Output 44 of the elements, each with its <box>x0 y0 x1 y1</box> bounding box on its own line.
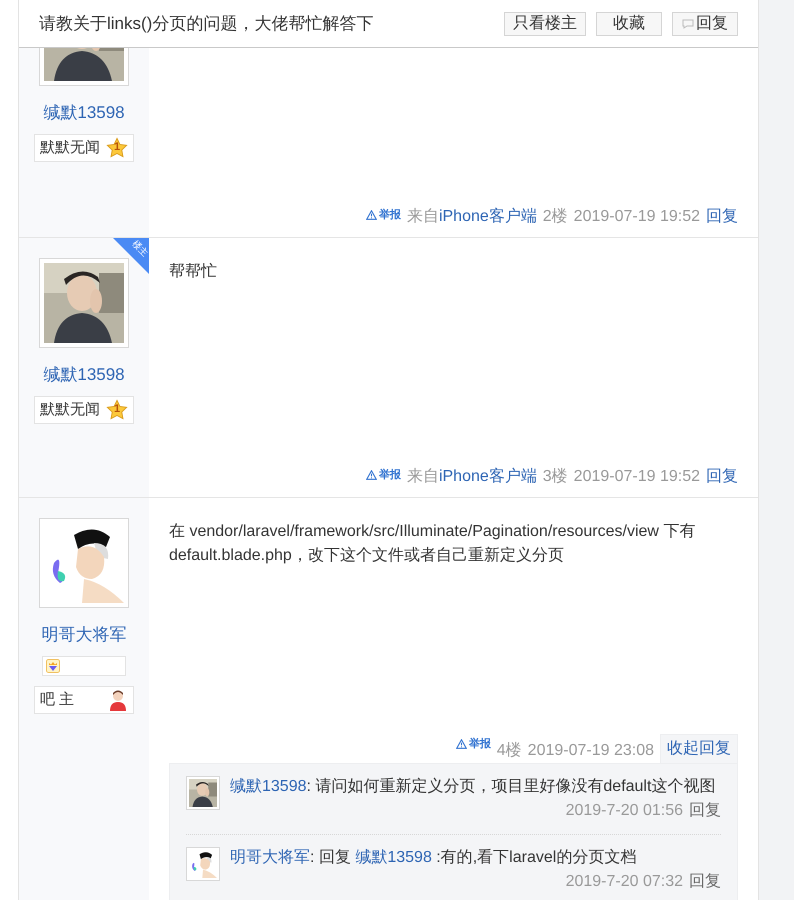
user-link[interactable]: 明哥大将军 <box>230 849 310 866</box>
warning-icon <box>366 470 377 480</box>
post-time: 2019-07-19 23:08 <box>528 741 654 761</box>
source-label: 来自 <box>406 206 439 227</box>
rank-title: 默默无闻 <box>40 138 100 158</box>
level-number: 1 <box>114 142 120 154</box>
comment-time: 2019-7-20 07:32 <box>566 872 683 892</box>
rank-title: 默默无闻 <box>40 400 100 420</box>
rank-title: 吧 主 <box>40 690 74 710</box>
client-link[interactable]: iPhone客户端 <box>438 465 537 489</box>
speech-bubble-icon <box>682 18 694 28</box>
warning-icon <box>456 739 467 750</box>
comment-text: 缄默13598: 请问如何重新定义分页，项目里好像没有default这个视图 <box>230 776 716 797</box>
thread-title: 请教关于links()分页的问题，大佬帮忙解答下 <box>39 12 374 35</box>
floor-number: 3楼 <box>542 466 568 487</box>
comment-time: 2019-7-20 01:56 <box>566 801 683 821</box>
report-link[interactable]: 举报 <box>456 736 491 752</box>
post-content: 帮帮忙 <box>169 262 218 282</box>
author-link[interactable]: 缄默13598 <box>43 362 125 388</box>
comment-text: 明哥大将军: 回复 缄默13598 :有的,看下laravel的分页文档 <box>230 848 638 868</box>
reply-link[interactable]: 回复 <box>706 205 738 229</box>
author-link[interactable]: 缄默13598 <box>43 100 125 126</box>
post-time: 2019-07-19 19:52 <box>574 467 700 487</box>
user-link[interactable]: 缄默13598 <box>355 849 432 866</box>
level-number: 1 <box>114 404 120 416</box>
reply-link[interactable]: 回复 <box>706 465 738 489</box>
thread-button[interactable]: 收藏 <box>596 12 662 36</box>
client-link[interactable]: iPhone客户端 <box>438 205 537 229</box>
source-label: 来自 <box>406 466 439 487</box>
floor-number: 2楼 <box>542 206 568 227</box>
floor-number: 4楼 <box>496 740 522 761</box>
reply-link[interactable]: 回复 <box>689 871 721 893</box>
warning-icon <box>366 210 377 220</box>
report-link[interactable]: 举报 <box>366 207 401 224</box>
post-content: 在 vendor/laravel/framework/src/Illuminate/Pagination/resources/view 下有default.blade.php，改下这个文件或者自己重新定义分页 <box>169 522 696 566</box>
thread-button[interactable]: 只看楼主 <box>504 12 586 36</box>
report-link[interactable]: 举报 <box>366 467 401 484</box>
reply-link[interactable]: 回复 <box>689 800 721 822</box>
person-icon <box>108 688 128 711</box>
reply-button[interactable]: 回复 <box>672 12 738 36</box>
user-link[interactable]: 缄默13598 <box>230 778 306 795</box>
reply-link[interactable]: 收起回复 <box>660 734 738 764</box>
post-time: 2019-07-19 19:52 <box>574 207 700 227</box>
author-link[interactable]: 明哥大将军 <box>42 622 126 648</box>
